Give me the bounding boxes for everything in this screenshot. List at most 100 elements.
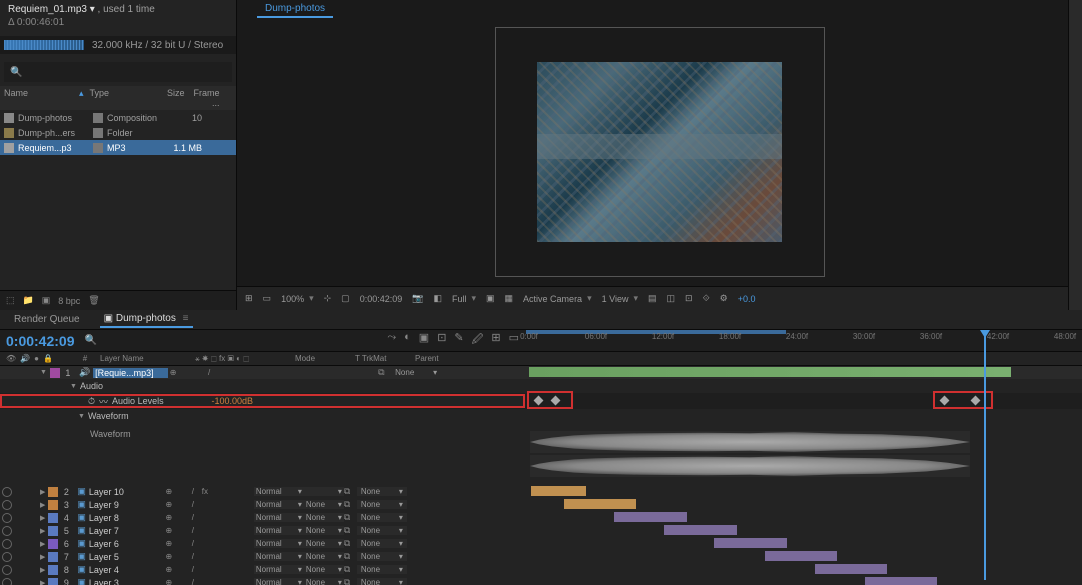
- link-icon[interactable]: ⧉: [344, 512, 354, 523]
- tl-icon-5[interactable]: ✎: [454, 331, 463, 350]
- eye-col-icon[interactable]: 👁: [6, 354, 16, 363]
- project-item[interactable]: Dump-ph...ersFolder: [0, 125, 236, 140]
- parent-dropdown[interactable]: None▾: [391, 368, 441, 377]
- parent-dropdown[interactable]: None▾: [357, 552, 407, 561]
- color-tag[interactable]: [48, 578, 58, 585]
- twirl-icon[interactable]: ▶: [40, 579, 45, 585]
- folder-icon[interactable]: 📁: [23, 295, 34, 306]
- parent-dropdown[interactable]: None▾: [357, 526, 407, 535]
- mask-icon[interactable]: ▢: [341, 293, 350, 304]
- col-type[interactable]: Type: [90, 88, 145, 108]
- viewer-timecode[interactable]: 0:00:42:09: [360, 294, 403, 304]
- viewer-tab[interactable]: Dump-photos: [257, 1, 333, 18]
- twirl-icon[interactable]: ▼: [40, 369, 47, 376]
- twirl-icon[interactable]: ▶: [40, 527, 45, 535]
- link-icon[interactable]: ⧉: [344, 564, 354, 575]
- mode-dropdown[interactable]: Normal▾: [254, 526, 304, 535]
- layer-duration-bar[interactable]: [714, 538, 786, 548]
- tl-icon-1[interactable]: ⤳: [387, 331, 396, 350]
- tl-icon-2[interactable]: ◐: [404, 331, 411, 350]
- color-tag[interactable]: [48, 565, 58, 575]
- mode-dropdown[interactable]: Normal▾: [254, 500, 304, 509]
- layer-duration-bar[interactable]: [664, 525, 736, 535]
- layer-name[interactable]: Layer 4: [89, 565, 164, 575]
- layername-col[interactable]: Layer Name: [100, 354, 195, 363]
- link-icon[interactable]: ⧉: [344, 551, 354, 562]
- waveform-group-row[interactable]: ▼Waveform: [0, 409, 1082, 423]
- layer-duration-bar[interactable]: [865, 577, 937, 585]
- layer-row[interactable]: ▶ 4 ▣ Layer 8 ⊕/ Normal▾ None▾ ⧉ None▾: [0, 511, 1082, 524]
- visibility-toggle[interactable]: [2, 487, 12, 497]
- roi-icon[interactable]: ▣: [486, 293, 495, 304]
- visibility-toggle[interactable]: [2, 513, 12, 523]
- audio-levels-row[interactable]: ⏱ 〰 Audio Levels -100.00dB: [0, 394, 525, 408]
- transparency-icon[interactable]: ▦: [505, 293, 514, 304]
- trkmat-dropdown[interactable]: None▾: [304, 500, 344, 509]
- color-tag[interactable]: [48, 526, 58, 536]
- keyframe-icon[interactable]: [534, 395, 544, 405]
- mode-dropdown[interactable]: Normal▾: [254, 539, 304, 548]
- layer-name[interactable]: Layer 7: [89, 526, 164, 536]
- mode-dropdown[interactable]: Normal▾: [254, 513, 304, 522]
- link-icon[interactable]: ⧉: [344, 486, 354, 497]
- parent-dropdown[interactable]: None▾: [357, 578, 407, 585]
- layer-name[interactable]: [Requie...mp3]: [93, 368, 168, 378]
- layer-name[interactable]: Layer 9: [89, 500, 164, 510]
- visibility-toggle[interactable]: [2, 500, 12, 510]
- layer-row-1[interactable]: ▼ 1 🔊 [Requie...mp3] ⊕/ ⧉ None▾: [0, 366, 1082, 379]
- layer-row[interactable]: ▶ 2 ▣ Layer 10 ⊕/fx Normal▾ ▾ ⧉ None▾: [0, 485, 1082, 498]
- snapshot-icon[interactable]: 📷: [412, 293, 423, 304]
- trkmat-col[interactable]: T TrkMat: [355, 354, 415, 363]
- timeline-timecode[interactable]: 0:00:42:09: [6, 333, 75, 349]
- link-icon[interactable]: ⧉: [378, 367, 388, 378]
- color-tag[interactable]: [50, 368, 60, 378]
- right-panel-collapsed[interactable]: [1068, 0, 1082, 310]
- twirl-icon[interactable]: ▶: [40, 553, 45, 561]
- mode-col[interactable]: Mode: [295, 354, 355, 363]
- layer-name[interactable]: Layer 10: [89, 487, 164, 497]
- link-icon[interactable]: ⧉: [344, 499, 354, 510]
- playhead[interactable]: [984, 330, 986, 580]
- channel-icon[interactable]: ◧: [433, 293, 442, 304]
- layer-duration-bar[interactable]: [765, 551, 837, 561]
- link-icon[interactable]: ⧉: [344, 577, 354, 585]
- preview-frame[interactable]: [495, 27, 825, 277]
- color-tag[interactable]: [48, 500, 58, 510]
- link-icon[interactable]: ⧉: [344, 525, 354, 536]
- stopwatch-icon[interactable]: ⏱: [88, 396, 95, 407]
- trkmat-dropdown[interactable]: None▾: [304, 539, 344, 548]
- speaker-col-icon[interactable]: 🔊: [20, 354, 30, 363]
- parent-col[interactable]: Parent: [415, 354, 515, 363]
- col-frame[interactable]: Frame ...: [185, 88, 220, 108]
- zoom-dropdown[interactable]: 100%: [281, 293, 314, 304]
- monitor-icon[interactable]: ▭: [263, 293, 272, 304]
- comp-icon[interactable]: ▣: [42, 295, 51, 306]
- lock-col-icon[interactable]: 🔒: [43, 354, 53, 363]
- trash-icon[interactable]: 🗑: [88, 295, 99, 306]
- mode-dropdown[interactable]: Normal▾: [254, 487, 304, 496]
- layer-row[interactable]: ▶ 3 ▣ Layer 9 ⊕/ Normal▾ None▾ ⧉ None▾: [0, 498, 1082, 511]
- project-item-title[interactable]: Requiem_01.mp3 ▾: [8, 4, 95, 15]
- visibility-toggle[interactable]: [2, 539, 12, 549]
- parent-dropdown[interactable]: None▾: [357, 500, 407, 509]
- keyframe-icon[interactable]: [551, 395, 561, 405]
- project-column-headers[interactable]: Name ▴ Type Size Frame ...: [0, 86, 236, 110]
- tab-dump-photos[interactable]: ▣ Dump-photos ≡: [100, 311, 193, 328]
- tab-menu-icon[interactable]: ≡: [183, 313, 189, 324]
- trkmat-dropdown[interactable]: ▾: [304, 487, 344, 496]
- layer-name[interactable]: Layer 3: [89, 578, 164, 585]
- parent-dropdown[interactable]: None▾: [357, 487, 407, 496]
- color-tag[interactable]: [48, 552, 58, 562]
- trkmat-dropdown[interactable]: None▾: [304, 578, 344, 585]
- timeline-ruler[interactable]: 0:00f06:00f12:00f18:00f24:00f30:00f36:00…: [525, 330, 1082, 351]
- grid-icon[interactable]: ⊞: [245, 293, 253, 304]
- layer-duration-bar[interactable]: [614, 512, 686, 522]
- layer-row[interactable]: ▶ 9 ▣ Layer 3 ⊕/ Normal▾ None▾ ⧉ None▾: [0, 576, 1082, 585]
- twirl-icon[interactable]: ▶: [40, 501, 45, 509]
- project-search-input[interactable]: 🔍: [4, 62, 232, 82]
- mode-dropdown[interactable]: Normal▾: [254, 578, 304, 585]
- audio-levels-value[interactable]: -100.00dB: [211, 396, 253, 406]
- resolution-dropdown[interactable]: Full: [452, 293, 476, 304]
- layer-row[interactable]: ▶ 8 ▣ Layer 4 ⊕/ Normal▾ None▾ ⧉ None▾: [0, 563, 1082, 576]
- tl-icon-8[interactable]: ▭: [509, 331, 519, 350]
